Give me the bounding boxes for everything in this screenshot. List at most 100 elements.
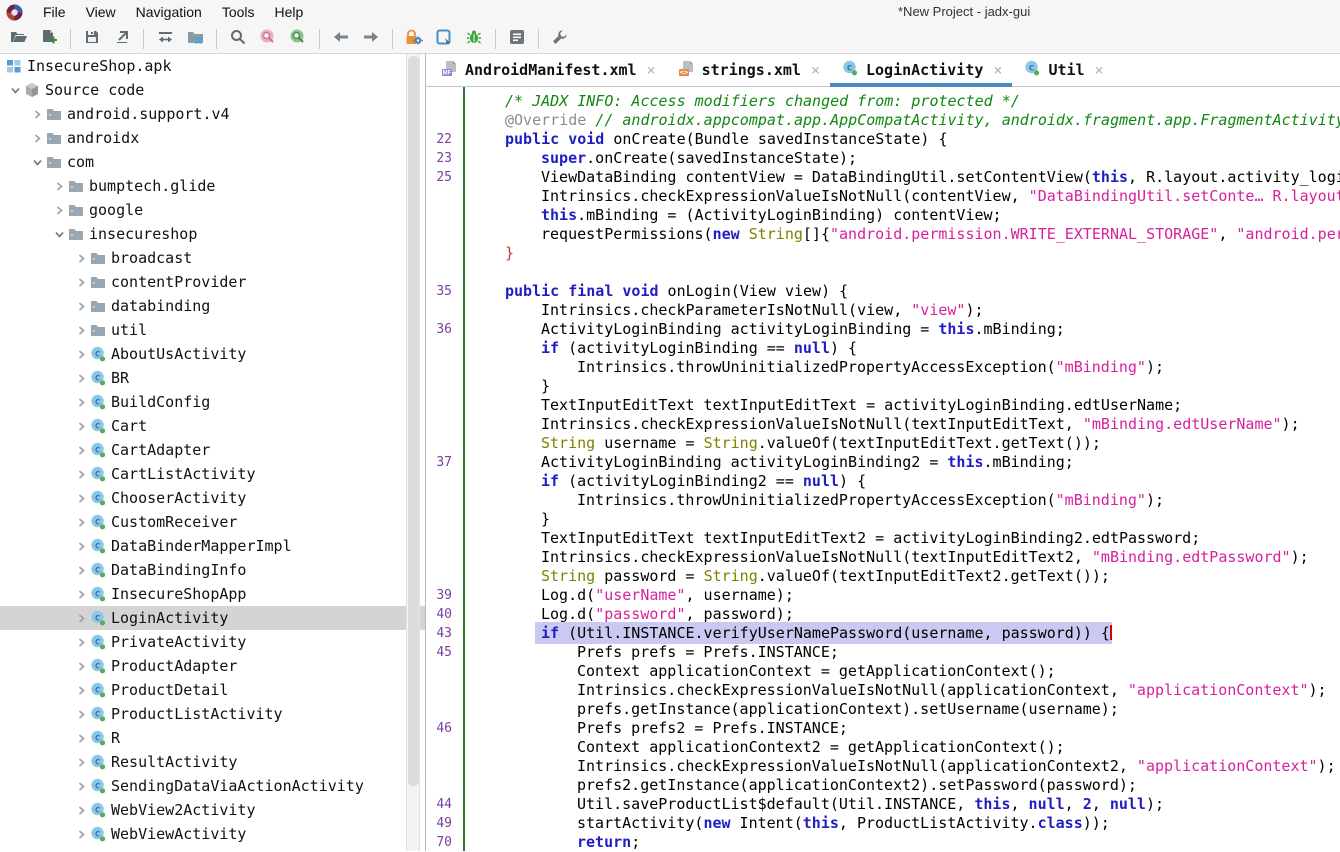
chevron-right-icon[interactable] xyxy=(72,614,90,623)
chevron-right-icon[interactable] xyxy=(72,446,90,455)
tree-item-productlistactivity[interactable]: cProductListActivity xyxy=(0,702,425,726)
menu-file[interactable]: File xyxy=(33,2,76,22)
text-search-button[interactable] xyxy=(255,27,281,51)
add-files-button[interactable] xyxy=(36,27,62,51)
chevron-right-icon[interactable] xyxy=(72,278,90,287)
tree-item-broadcast[interactable]: broadcast xyxy=(0,246,425,270)
tab-loginactivity[interactable]: cLoginActivity× xyxy=(830,54,1012,86)
tree-item-insecureshop-apk[interactable]: InsecureShop.apk xyxy=(0,54,425,78)
chevron-right-icon[interactable] xyxy=(72,686,90,695)
chevron-right-icon[interactable] xyxy=(72,542,90,551)
chevron-right-icon[interactable] xyxy=(28,110,46,119)
sync-button[interactable] xyxy=(152,27,178,51)
tree-item-resultactivity[interactable]: cResultActivity xyxy=(0,750,425,774)
chevron-right-icon[interactable] xyxy=(72,518,90,527)
chevron-right-icon[interactable] xyxy=(72,302,90,311)
tree-item-contentprovider[interactable]: contentProvider xyxy=(0,270,425,294)
tree-item-kotlin[interactable]: kotlin xyxy=(0,846,425,851)
back-button[interactable] xyxy=(328,27,354,51)
chevron-right-icon[interactable] xyxy=(72,734,90,743)
tree-item-util[interactable]: util xyxy=(0,318,425,342)
preferences-button[interactable] xyxy=(547,27,573,51)
chevron-right-icon[interactable] xyxy=(72,758,90,767)
tree-item-insecureshopapp[interactable]: cInsecureShopApp xyxy=(0,582,425,606)
tree-item-bumptech-glide[interactable]: bumptech.glide xyxy=(0,174,425,198)
chevron-right-icon[interactable] xyxy=(72,254,90,263)
chevron-right-icon[interactable] xyxy=(72,590,90,599)
class-search-button[interactable] xyxy=(285,27,311,51)
chevron-down-icon[interactable] xyxy=(50,230,68,239)
tab-close-icon[interactable]: × xyxy=(647,61,656,79)
chevron-down-icon[interactable] xyxy=(6,86,24,95)
menu-view[interactable]: View xyxy=(76,2,126,22)
tab-close-icon[interactable]: × xyxy=(811,61,820,79)
menu-help[interactable]: Help xyxy=(265,2,314,22)
log-button[interactable] xyxy=(504,27,530,51)
tree-item-cart[interactable]: cCart xyxy=(0,414,425,438)
open-file-button[interactable] xyxy=(6,27,32,51)
tree-item-cartlistactivity[interactable]: cCartListActivity xyxy=(0,462,425,486)
chevron-right-icon[interactable] xyxy=(72,398,90,407)
tree-item-sendingdataviaactionactivity[interactable]: cSendingDataViaActionActivity xyxy=(0,774,425,798)
chevron-right-icon[interactable] xyxy=(72,326,90,335)
chevron-right-icon[interactable] xyxy=(28,134,46,143)
chevron-right-icon[interactable] xyxy=(50,206,68,215)
code-line-text: Util.saveProductList$default(Util.INSTAN… xyxy=(426,795,1164,813)
menu-tools[interactable]: Tools xyxy=(212,2,265,22)
tree-item-productadapter[interactable]: cProductAdapter xyxy=(0,654,425,678)
tree-item-r[interactable]: cR xyxy=(0,726,425,750)
tab-androidmanifest-xml[interactable]: MFAndroidManifest.xml× xyxy=(429,54,666,86)
tree-item-customreceiver[interactable]: cCustomReceiver xyxy=(0,510,425,534)
tree-item-productdetail[interactable]: cProductDetail xyxy=(0,678,425,702)
chevron-right-icon[interactable] xyxy=(50,182,68,191)
chevron-right-icon[interactable] xyxy=(72,494,90,503)
forward-button[interactable] xyxy=(358,27,384,51)
chevron-right-icon[interactable] xyxy=(72,470,90,479)
tab-close-icon[interactable]: × xyxy=(993,61,1002,79)
tab-util[interactable]: cUtil× xyxy=(1012,54,1113,86)
code-editor[interactable]: /* JADX INFO: Access modifiers changed f… xyxy=(426,87,1340,851)
export-button[interactable] xyxy=(109,27,135,51)
tree-item-databinding[interactable]: databinding xyxy=(0,294,425,318)
tree-item-buildconfig[interactable]: cBuildConfig xyxy=(0,390,425,414)
tree-item-androidx[interactable]: androidx xyxy=(0,126,425,150)
tree-item-com[interactable]: com xyxy=(0,150,425,174)
tree-item-loginactivity[interactable]: cLoginActivity xyxy=(0,606,425,630)
chevron-right-icon[interactable] xyxy=(72,638,90,647)
quark-button[interactable] xyxy=(431,27,457,51)
chevron-right-icon[interactable] xyxy=(72,422,90,431)
deobfuscation-button[interactable] xyxy=(401,27,427,51)
tree-item-chooseractivity[interactable]: cChooserActivity xyxy=(0,486,425,510)
debug-button[interactable] xyxy=(461,27,487,51)
search-button[interactable] xyxy=(225,27,251,51)
chevron-right-icon[interactable] xyxy=(72,662,90,671)
tab-strings-xml[interactable]: <>strings.xml× xyxy=(666,54,830,86)
flat-packages-button[interactable] xyxy=(182,27,208,51)
menu-navigation[interactable]: Navigation xyxy=(126,2,212,22)
chevron-right-icon[interactable] xyxy=(72,782,90,791)
tree-item-br[interactable]: cBR xyxy=(0,366,425,390)
tree-item-aboutusactivity[interactable]: cAboutUsActivity xyxy=(0,342,425,366)
toolbar-separator xyxy=(319,29,320,49)
save-all-button[interactable] xyxy=(79,27,105,51)
tree-item-privateactivity[interactable]: cPrivateActivity xyxy=(0,630,425,654)
tree-item-android-support-v4[interactable]: android.support.v4 xyxy=(0,102,425,126)
tree-scrollbar-thumb[interactable] xyxy=(408,56,419,786)
chevron-down-icon[interactable] xyxy=(28,158,46,167)
tree-item-databindinginfo[interactable]: cDataBindingInfo xyxy=(0,558,425,582)
tree-item-webviewactivity[interactable]: cWebViewActivity xyxy=(0,822,425,846)
tree-item-insecureshop[interactable]: insecureshop xyxy=(0,222,425,246)
chevron-right-icon[interactable] xyxy=(72,566,90,575)
chevron-right-icon[interactable] xyxy=(72,350,90,359)
chevron-right-icon[interactable] xyxy=(72,710,90,719)
chevron-right-icon[interactable] xyxy=(72,374,90,383)
tab-close-icon[interactable]: × xyxy=(1095,61,1104,79)
chevron-right-icon[interactable] xyxy=(72,806,90,815)
tree-item-webview2activity[interactable]: cWebView2Activity xyxy=(0,798,425,822)
tree-item-cartadapter[interactable]: cCartAdapter xyxy=(0,438,425,462)
tree-scrollbar[interactable] xyxy=(406,54,420,851)
tree-item-databindermapperimpl[interactable]: cDataBinderMapperImpl xyxy=(0,534,425,558)
tree-item-google[interactable]: google xyxy=(0,198,425,222)
chevron-right-icon[interactable] xyxy=(72,830,90,839)
tree-item-source-code[interactable]: Source code xyxy=(0,78,425,102)
